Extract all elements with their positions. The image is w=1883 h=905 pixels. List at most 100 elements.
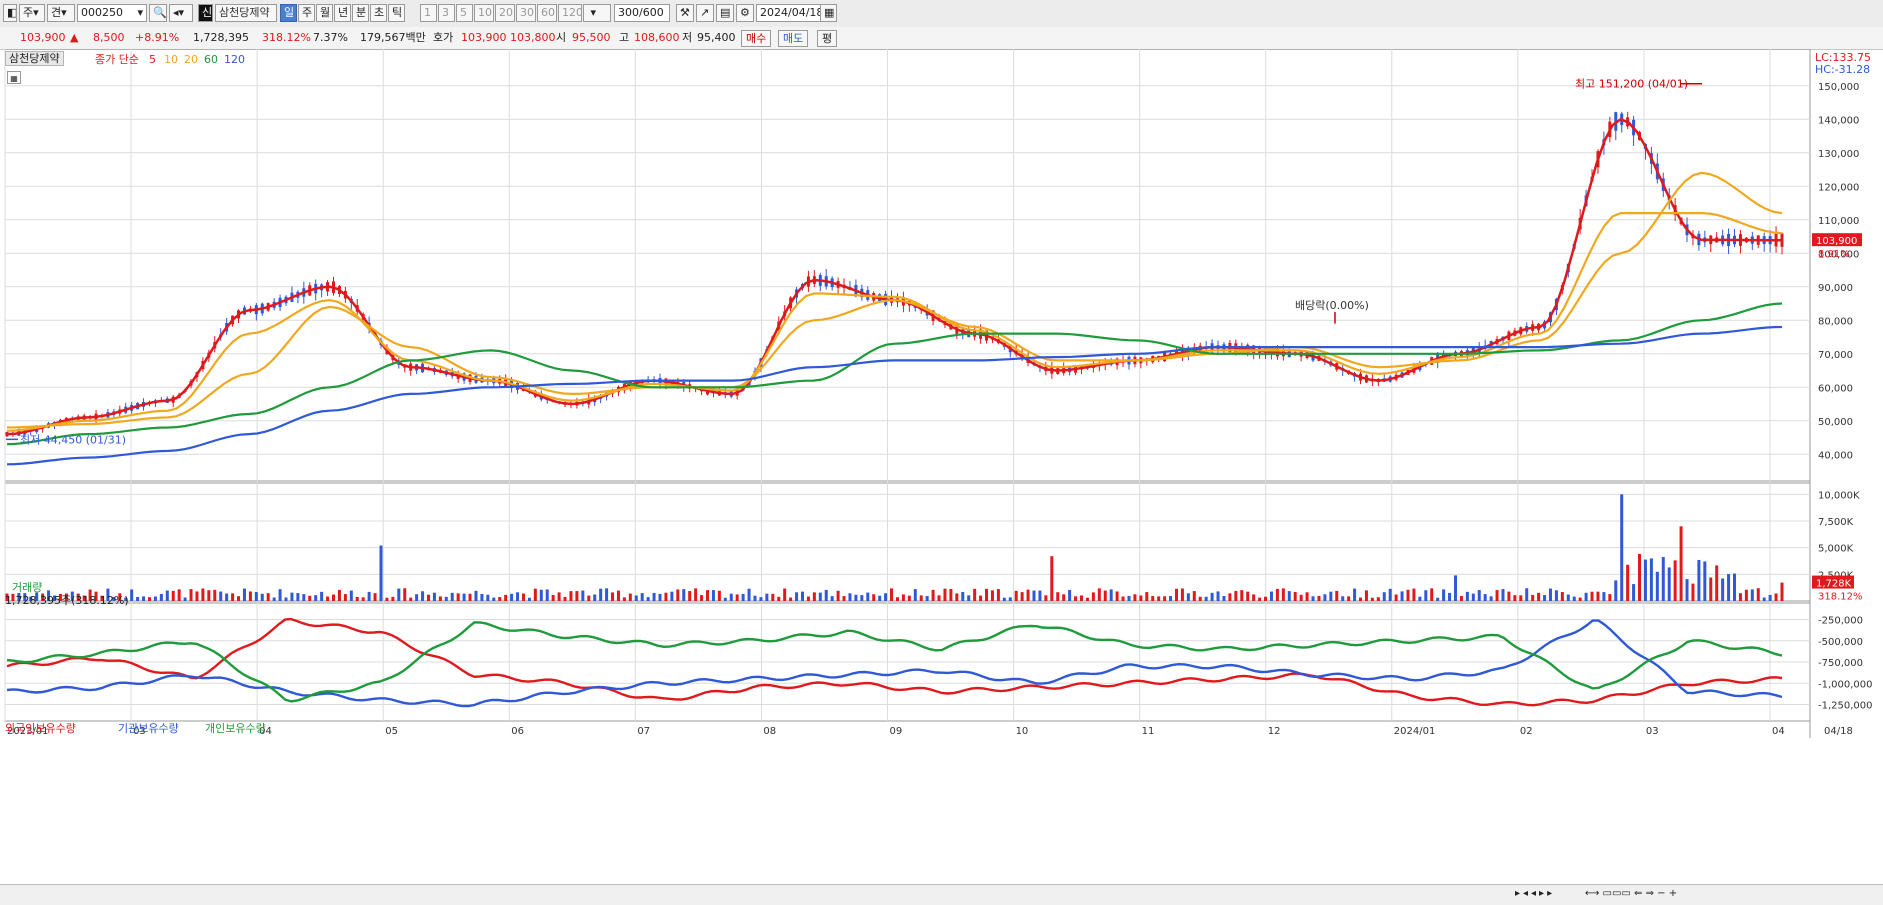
- calendar-icon[interactable]: ▦: [820, 4, 837, 22]
- x-tick-label: 11: [1142, 726, 1155, 737]
- code-value: 000250: [81, 6, 123, 19]
- num-btn-10[interactable]: 10: [474, 4, 494, 22]
- period-second[interactable]: 초: [370, 4, 387, 22]
- volume-summary: 1,728,395주(318.12%): [5, 594, 129, 607]
- num-btn-20[interactable]: 20: [495, 4, 515, 22]
- num-dropdown[interactable]: ▾: [583, 4, 611, 22]
- period-minute[interactable]: 분: [352, 4, 369, 22]
- volume-bar: [1258, 597, 1262, 601]
- volume-bar: [1608, 594, 1612, 601]
- volume-bar: [1554, 590, 1558, 601]
- volume-bar: [901, 594, 905, 601]
- x-tick-label: 03: [1646, 726, 1659, 737]
- x-tick-label: 05: [385, 726, 398, 737]
- num-btn-3[interactable]: 3: [438, 4, 455, 22]
- period-day[interactable]: 일: [280, 4, 297, 22]
- volume-bar: [1733, 573, 1737, 601]
- price-tick-label: 130,000: [1818, 149, 1859, 160]
- ma-line-120: [6, 325, 1783, 466]
- period-tick[interactable]: 틱: [388, 4, 405, 22]
- num-btn-5[interactable]: 5: [456, 4, 473, 22]
- volume-bar: [1198, 596, 1202, 601]
- volume-bar: [337, 589, 341, 601]
- layout-icon[interactable]: ◧: [3, 4, 17, 22]
- code-input[interactable]: 000250 ▾: [77, 4, 147, 22]
- volume-bar: [1139, 595, 1143, 601]
- search-icon[interactable]: 🔍: [149, 4, 167, 22]
- volume-bar: [462, 593, 466, 601]
- volume-bar: [895, 597, 899, 601]
- item-type-label: 주: [23, 6, 34, 19]
- chart-grid: [4, 49, 1811, 738]
- quote-price: 103,900: [20, 31, 66, 44]
- volume-bar: [670, 591, 674, 601]
- zoom-tools[interactable]: ⟷ ▭▭▭ ⇐ ⇒ − +: [1585, 888, 1677, 899]
- save-icon[interactable]: ▤: [716, 4, 734, 22]
- volume-bar: [1519, 595, 1523, 601]
- volume-bar: [1513, 595, 1517, 601]
- volume-bar: [1715, 565, 1719, 601]
- volume-bar: [165, 590, 169, 601]
- volume-bar: [527, 597, 531, 601]
- holding-indiv-label: 개인보유수량: [205, 722, 266, 735]
- count-field[interactable]: 300/600: [614, 4, 670, 22]
- volume-bar: [1109, 589, 1113, 601]
- volume-bar: [747, 588, 751, 601]
- volume-bar: [1537, 592, 1541, 601]
- quote-change-pct: +8.91%: [135, 31, 180, 44]
- volume-bar: [1685, 579, 1689, 601]
- volume-bar: [990, 590, 994, 601]
- volume-bar: [628, 593, 632, 601]
- eval-button[interactable]: 평: [817, 30, 838, 47]
- volume-bar: [711, 590, 715, 601]
- volume-bar: [682, 589, 686, 601]
- volume-bar: [616, 590, 620, 601]
- volume-bar: [1412, 588, 1416, 601]
- period-month[interactable]: 월: [316, 4, 333, 22]
- volume-bar: [1186, 593, 1190, 601]
- volume-bar: [1240, 590, 1244, 601]
- stock-chart[interactable]: 2023/01 03 04 05 06 07 08 09 10 11 12 2024/01 02 03 04…: [0, 49, 1883, 884]
- sell-button[interactable]: 매도: [778, 30, 809, 47]
- volume-bar: [664, 592, 668, 601]
- volume-bar: [159, 593, 163, 601]
- volume-bar: [1062, 594, 1066, 601]
- volume-bar: [599, 588, 603, 601]
- holding-foreign-label: 외국인보유수량: [5, 722, 76, 735]
- num-btn-60[interactable]: 60: [537, 4, 557, 22]
- volume-bar: [284, 597, 288, 601]
- scroll-controls[interactable]: ▸◂◂▸▸: [1515, 888, 1555, 899]
- view-type-select[interactable]: 견▾: [47, 4, 75, 22]
- volume-bar: [1762, 597, 1766, 601]
- volume-bar: [973, 588, 977, 601]
- item-type-select[interactable]: 주▾: [19, 4, 45, 22]
- chart-compare-icon[interactable]: ↗: [696, 4, 714, 22]
- chart-scroll-bar[interactable]: ▸◂◂▸▸ ⟷ ▭▭▭ ⇐ ⇒ − +: [0, 884, 1883, 905]
- num-btn-30[interactable]: 30: [516, 4, 536, 22]
- volume-bar: [171, 590, 175, 601]
- last-price-text: 103,900: [1816, 236, 1857, 247]
- chart-tool-icon[interactable]: ⚒: [676, 4, 694, 22]
- x-tick-label: 07: [637, 726, 650, 737]
- panel-frame: [4, 49, 1811, 482]
- period-year[interactable]: 년: [334, 4, 351, 22]
- gear-icon[interactable]: ⚙: [736, 4, 754, 22]
- num-btn-120[interactable]: 120: [558, 4, 582, 22]
- volume-bar: [1424, 590, 1428, 601]
- price-panel-name[interactable]: 삼천당제약: [5, 51, 64, 66]
- period-week[interactable]: 주: [298, 4, 315, 22]
- volume-bar: [866, 592, 870, 601]
- volume-bar: [806, 596, 810, 601]
- sound-icon[interactable]: ◂▾: [169, 4, 193, 22]
- num-btn-1[interactable]: 1: [420, 4, 437, 22]
- stock-name-text: 삼천당제약: [219, 6, 270, 19]
- buy-button[interactable]: 매수: [741, 30, 772, 47]
- volume-bar: [1507, 591, 1511, 601]
- holding-lines: [6, 617, 1783, 708]
- volume-bar: [1305, 592, 1309, 601]
- volume-bar: [931, 589, 935, 601]
- num-btn-30-label: 30: [520, 6, 534, 19]
- volume-bar: [1293, 591, 1297, 601]
- volume-bar: [409, 597, 413, 601]
- grid-icon[interactable]: ▦: [7, 71, 21, 84]
